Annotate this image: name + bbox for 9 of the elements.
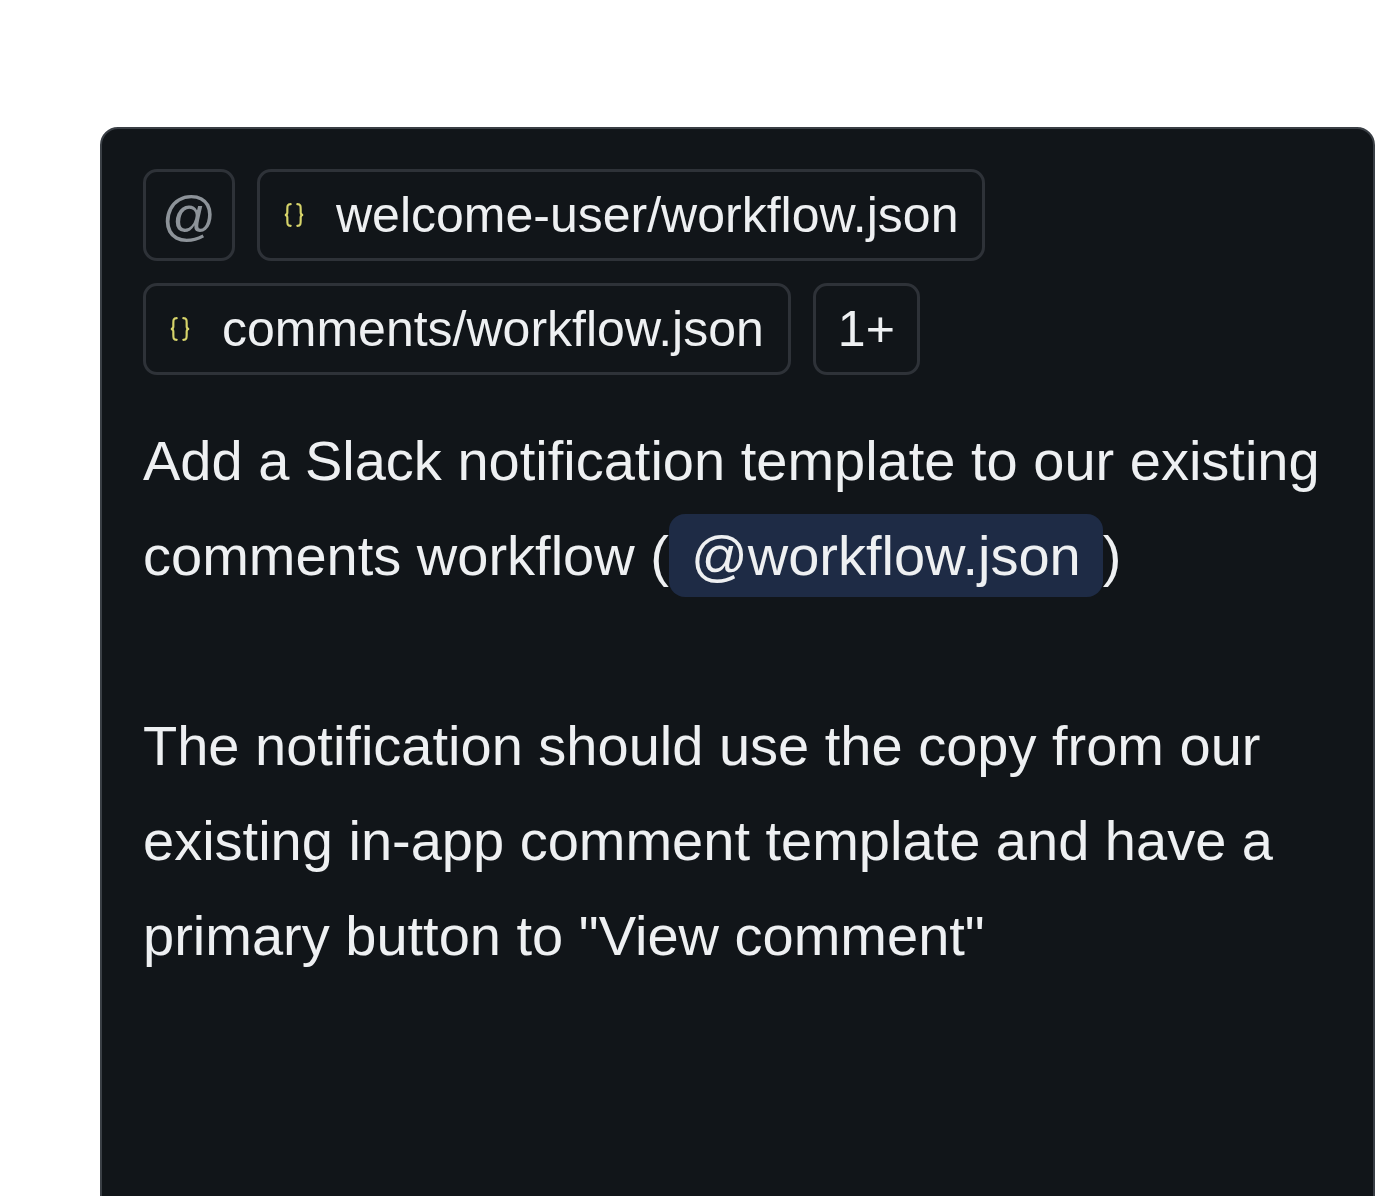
file-chip[interactable]: welcome-user/workflow.json [257, 169, 986, 261]
mention-button[interactable]: @ [143, 169, 235, 261]
braces-icon [170, 314, 190, 344]
prompt-paragraph: The notification should use the copy from our existing in-app comment template and have a primary button to "View comment" [143, 713, 1274, 969]
braces-icon [284, 200, 304, 230]
file-mention[interactable]: @workflow.json [668, 514, 1103, 597]
file-chip[interactable]: comments/workflow.json [143, 283, 791, 375]
more-files-button[interactable]: 1+ [812, 283, 920, 375]
prompt-paragraph: Add a Slack notification template to our existing comments workflow ( @workflow.json ) [143, 413, 1343, 603]
